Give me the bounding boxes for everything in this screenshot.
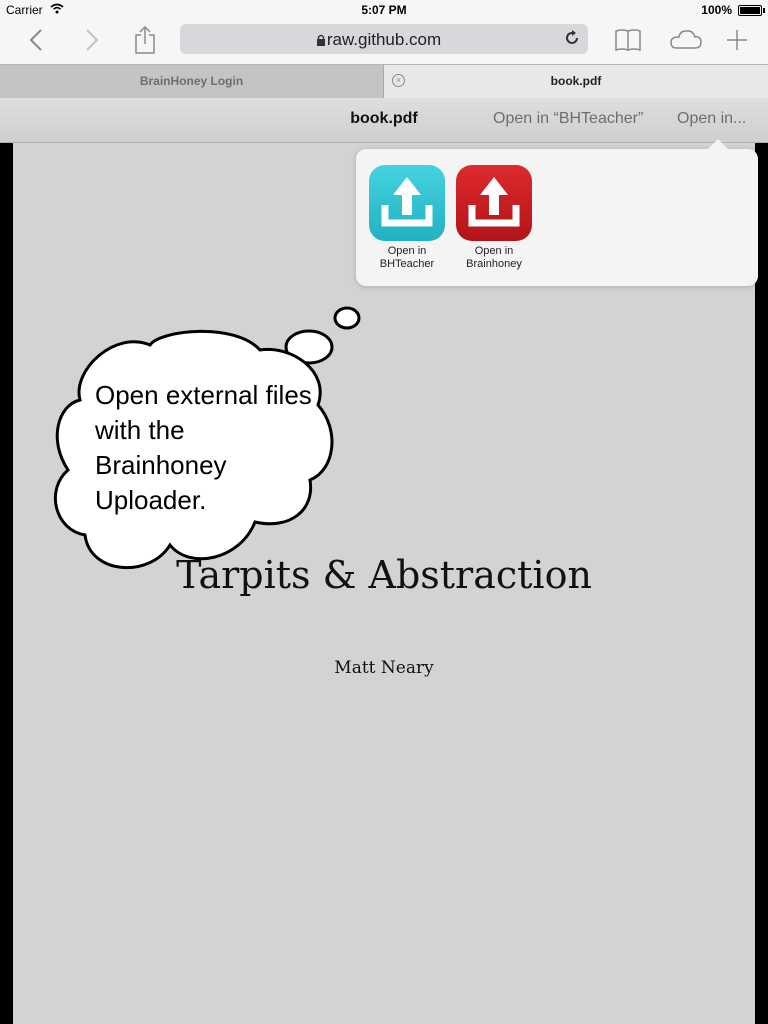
back-button[interactable] (24, 24, 48, 56)
url-text: raw.github.com (326, 30, 442, 49)
tab-brainhoney-login[interactable]: BrainHoney Login (0, 65, 384, 98)
tab-label: book.pdf (550, 74, 602, 88)
cloud-icon (670, 30, 702, 49)
tab-book-pdf[interactable]: × book.pdf (384, 65, 768, 98)
open-in-popover: Open in BHTeacher Open in Brainhoney (356, 139, 758, 286)
document-author: Matt Neary (334, 658, 434, 678)
browser-toolbar: raw.github.com (0, 20, 768, 64)
open-in-bhteacher-button[interactable]: Open in “BHTeacher” (493, 110, 643, 128)
reload-icon (566, 30, 578, 44)
upload-icon (456, 165, 532, 241)
bookmarks-button[interactable] (612, 24, 644, 56)
address-bar[interactable]: raw.github.com (180, 24, 588, 54)
app-caption: Open in Brainhoney (466, 245, 522, 270)
pdf-toolbar: book.pdf Open in “BHTeacher” Open in... (0, 98, 768, 143)
book-icon (615, 29, 641, 52)
icloud-tabs-button[interactable] (666, 24, 704, 56)
battery-icon (738, 5, 765, 16)
share-button[interactable] (130, 24, 160, 56)
forward-button[interactable] (80, 24, 104, 56)
share-icon (135, 26, 155, 54)
tab-label: BrainHoney Login (139, 74, 244, 88)
plus-icon (727, 30, 747, 50)
tab-bar: BrainHoney Login × book.pdf (0, 64, 768, 99)
clock: 5:07 PM (361, 3, 407, 17)
new-tab-button[interactable] (724, 24, 750, 56)
open-in-button[interactable]: Open in... (677, 110, 746, 128)
callout-text: Open external files with the Brainhoney … (95, 380, 312, 515)
app-brainhoney[interactable]: Open in Brainhoney (455, 165, 533, 271)
pdf-title: book.pdf (350, 110, 418, 127)
app-caption: Open in BHTeacher (379, 245, 435, 270)
upload-icon (369, 165, 445, 241)
status-bar: Carrier 5:07 PM 100% (0, 0, 768, 20)
reload-button[interactable] (562, 28, 582, 53)
battery-percent: 100% (701, 3, 732, 17)
chevron-left-icon (29, 29, 42, 51)
app-bhteacher[interactable]: Open in BHTeacher (368, 165, 446, 271)
chevron-right-icon (86, 29, 99, 51)
